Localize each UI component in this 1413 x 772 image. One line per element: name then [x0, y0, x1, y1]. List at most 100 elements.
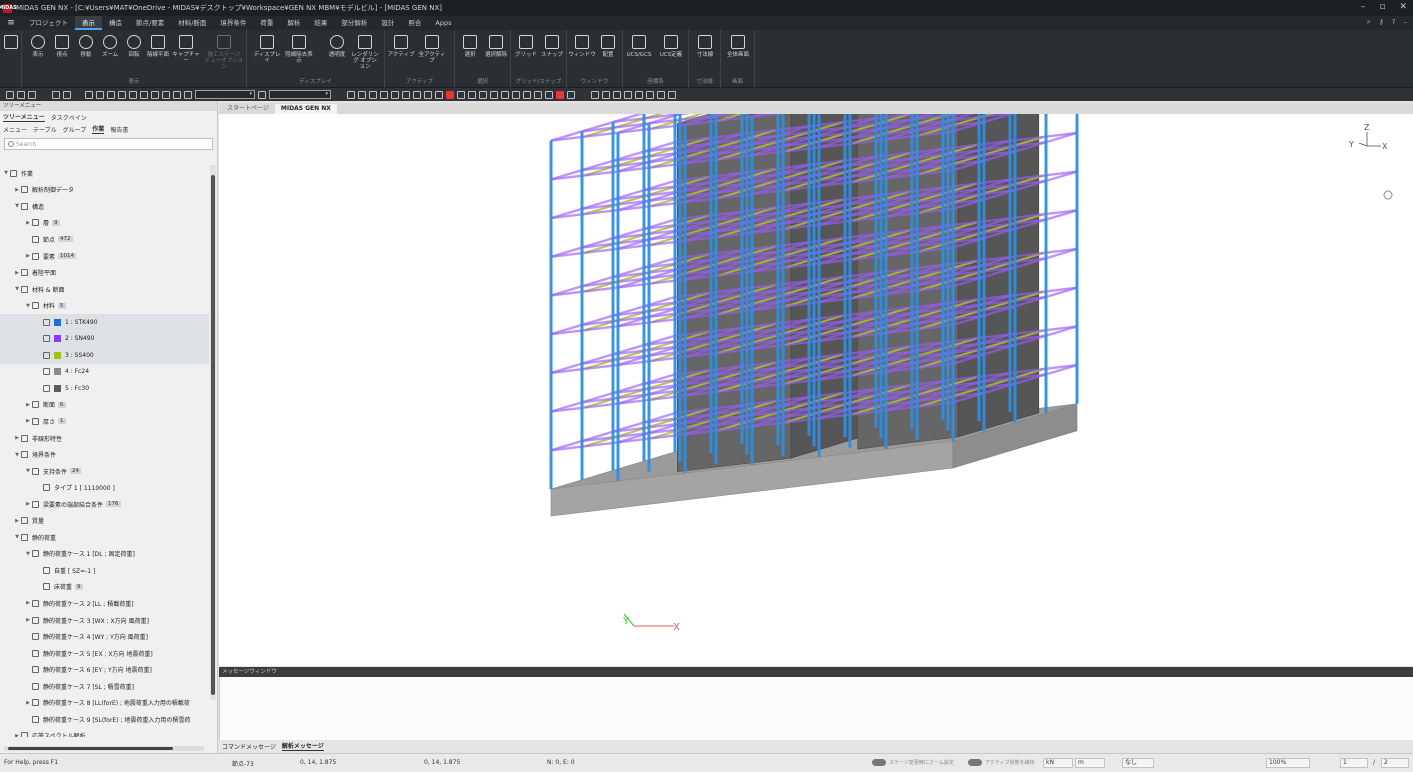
tool-icon[interactable]: [545, 90, 553, 99]
tool-icon[interactable]: [369, 90, 377, 99]
window-button[interactable]: ウィンドウ: [568, 35, 596, 58]
tree-node[interactable]: 節点 472: [0, 231, 209, 248]
tree-node[interactable]: ▶ 断面 6: [0, 397, 209, 414]
menu-results[interactable]: 結果: [307, 16, 334, 30]
tree-node[interactable]: ▶ 厚さ 1: [0, 413, 209, 430]
filter-icon[interactable]: [258, 90, 266, 99]
full-screen-button[interactable]: 全体画面: [724, 35, 752, 58]
expand-arrow-icon[interactable]: ▼: [24, 303, 32, 309]
tool-icon[interactable]: [501, 90, 509, 99]
tool-icon[interactable]: [567, 90, 575, 99]
zoom-select[interactable]: 100%: [1266, 758, 1310, 768]
tool-icon[interactable]: [162, 90, 170, 99]
checkbox-icon[interactable]: [43, 351, 50, 359]
ucs-define-button[interactable]: UCS定義: [657, 35, 685, 58]
tool-icon[interactable]: [523, 90, 531, 99]
tab-menu[interactable]: メニュー: [3, 125, 27, 134]
tree-node[interactable]: 4 : Fc24: [0, 364, 209, 381]
search-icon[interactable]: ⌕: [1367, 18, 1371, 27]
tree-node[interactable]: ▼ 作業: [0, 165, 209, 182]
tool-icon[interactable]: [534, 90, 542, 99]
tree-node[interactable]: 静的荷重ケース 4 [WY ; Y方向 風荷重]: [0, 628, 209, 645]
view-back-icon[interactable]: [668, 90, 676, 99]
save-icon[interactable]: [28, 90, 36, 99]
redo-icon[interactable]: [63, 90, 71, 99]
tree-node[interactable]: ▼ 静的荷重: [0, 529, 209, 546]
tool-icon[interactable]: [140, 90, 148, 99]
tree-vertical-scrollbar[interactable]: [210, 165, 216, 700]
menu-query[interactable]: 照合: [401, 16, 428, 30]
tree-node[interactable]: ▶ 解析制御データ: [0, 182, 209, 199]
tree-node[interactable]: ▶ 要素 1014: [0, 248, 209, 265]
expand-arrow-icon[interactable]: ▶: [24, 617, 32, 623]
scroll-thumb[interactable]: [211, 175, 215, 695]
all-active-button[interactable]: 全アクティブ: [418, 35, 446, 64]
menu-partial-analysis[interactable]: 部分解析: [334, 16, 374, 30]
expand-arrow-icon[interactable]: ▶: [13, 733, 21, 737]
menu-load[interactable]: 荷重: [253, 16, 280, 30]
hamburger-icon[interactable]: ≡: [0, 18, 22, 28]
tree-node[interactable]: 静的荷重ケース 6 [EY ; Y方向 地震荷重]: [0, 661, 209, 678]
checkbox-icon[interactable]: [43, 384, 50, 392]
tool-icon[interactable]: [490, 90, 498, 99]
menu-property[interactable]: 材料/断面: [171, 16, 213, 30]
tab-task-pane[interactable]: タスクペイン: [51, 113, 87, 122]
tree-node[interactable]: 静的荷重ケース 9 [SL(forE) ; 地震荷重入力用の積雪荷: [0, 711, 209, 728]
tool-icon[interactable]: [118, 90, 126, 99]
tree-node[interactable]: ▶ 静的荷重ケース 2 [LL ; 積載荷重]: [0, 595, 209, 612]
zoom-in-icon[interactable]: [591, 90, 599, 99]
checkbox-icon[interactable]: [43, 318, 50, 326]
tool-icon[interactable]: [151, 90, 159, 99]
tool-icon[interactable]: [402, 90, 410, 99]
tree-node[interactable]: 自重 [ SZ=-1 ]: [0, 562, 209, 579]
selection-dropdown[interactable]: ▾: [195, 90, 255, 99]
transparency-button[interactable]: 透明度: [323, 35, 351, 58]
menu-analysis[interactable]: 解析: [280, 16, 307, 30]
tree-node[interactable]: ▼ 構造: [0, 198, 209, 215]
tree-node[interactable]: ▼ 静的荷重ケース 1 [DL ; 固定荷重]: [0, 546, 209, 563]
tree-node[interactable]: ▼ 支持条件 24: [0, 463, 209, 480]
tree-node[interactable]: 静的荷重ケース 7 [SL ; 積雪荷重]: [0, 678, 209, 695]
expand-arrow-icon[interactable]: ▶: [24, 402, 32, 408]
capture-button[interactable]: キャプチャー: [172, 35, 200, 64]
expand-arrow-icon[interactable]: ▶: [24, 700, 32, 706]
tree-node[interactable]: ▶ 着陸平面: [0, 264, 209, 281]
force-unit-select[interactable]: kN: [1043, 758, 1073, 768]
snap-button[interactable]: スナップ: [538, 35, 566, 58]
tool-icon[interactable]: [184, 90, 192, 99]
view-top-icon[interactable]: [646, 90, 654, 99]
page-input[interactable]: 1: [1340, 758, 1368, 768]
minimize-button[interactable]: –: [1361, 2, 1366, 12]
tab-tree-menu[interactable]: ツリーメニュー: [3, 112, 45, 122]
expand-arrow-icon[interactable]: ▶: [13, 187, 21, 193]
tool-icon[interactable]: [435, 90, 443, 99]
menu-design[interactable]: 設計: [374, 16, 401, 30]
tab-group[interactable]: グループ: [63, 125, 87, 134]
tree-node[interactable]: ▶ 応答スペクトル解析: [0, 728, 209, 737]
tool-icon[interactable]: [107, 90, 115, 99]
tool-icon[interactable]: [479, 90, 487, 99]
expand-arrow-icon[interactable]: ▶: [13, 435, 21, 441]
zoom-stage-toggle[interactable]: [872, 759, 886, 766]
menu-node-element[interactable]: 節点/要素: [129, 16, 171, 30]
tree-node[interactable]: ▶ 静的荷重ケース 8 [LL(forE) ; 地震荷重入力用の積載荷: [0, 695, 209, 712]
tab-table[interactable]: テーブル: [33, 125, 57, 134]
checkbox-icon[interactable]: [43, 335, 50, 343]
ucs-gcs-button[interactable]: UCS/GCS: [625, 35, 653, 58]
tool-icon[interactable]: [347, 90, 355, 99]
tree-node[interactable]: ▶ 静的荷重ケース 3 [WX ; X方向 風荷重]: [0, 612, 209, 629]
tree-node[interactable]: 静的荷重ケース 5 [EX ; X方向 地震荷重]: [0, 645, 209, 662]
length-unit-select[interactable]: m: [1075, 758, 1105, 768]
view-cube-icon[interactable]: [1383, 190, 1393, 200]
tree-horizontal-scrollbar[interactable]: [4, 746, 204, 751]
display-button[interactable]: ディスプレイ: [253, 35, 281, 64]
select-button[interactable]: 選択: [456, 35, 484, 58]
tool-icon[interactable]: [457, 90, 465, 99]
view-front-icon[interactable]: [624, 90, 632, 99]
tab-analysis-message[interactable]: 解析メッセージ: [281, 741, 324, 751]
maximize-button[interactable]: ▫: [1379, 2, 1385, 12]
expand-arrow-icon[interactable]: ▶: [13, 518, 21, 524]
expand-arrow-icon[interactable]: ▼: [24, 468, 32, 474]
zoom-out-icon[interactable]: [602, 90, 610, 99]
tree-node[interactable]: ▶ 非線形特性: [0, 430, 209, 447]
